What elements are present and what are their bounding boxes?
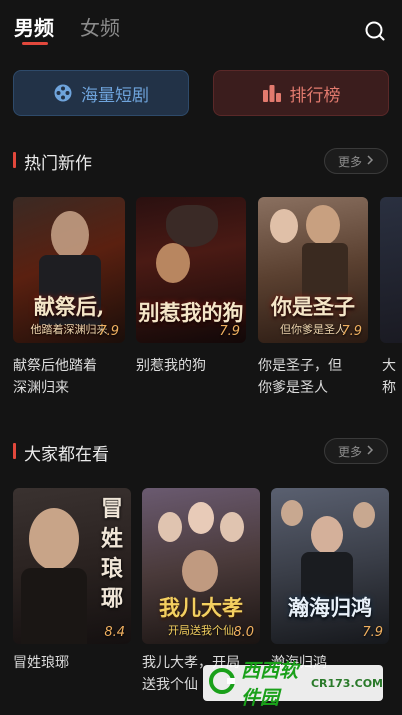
rating-score: 8.4 (104, 625, 125, 640)
more-label: 更多 (337, 154, 362, 169)
tab-active-indicator (22, 42, 48, 45)
poster-figure (158, 512, 182, 542)
card-caption[interactable]: 大 称 (382, 355, 402, 399)
watermark-logo-icon (209, 668, 235, 698)
drama-library-button[interactable]: 海量短剧 (13, 70, 189, 116)
poster-card[interactable] (380, 197, 402, 343)
watermark-brand: 西西软件园 (241, 660, 299, 709)
poster-figure (306, 205, 340, 245)
poster-card[interactable]: 献祭后, 他踏着深渊归来 7.9 (13, 197, 125, 343)
chevron-right-icon (366, 154, 374, 168)
card-caption[interactable]: 献祭后他踏着 深渊归来 (13, 355, 129, 399)
poster-figure (156, 243, 190, 283)
section-title-everyone-watching: 大家都在看 (24, 445, 109, 465)
card-caption[interactable]: 冒姓琅琊 (13, 652, 131, 674)
poster-title: 别惹我的狗 (138, 300, 244, 325)
poster-title: 瀚海归鸿 (288, 595, 372, 620)
drama-library-label: 海量短剧 (81, 85, 149, 106)
site-watermark: 西西软件园 CR173.COM (203, 660, 383, 709)
rating-score: 7.9 (341, 324, 362, 339)
poster-figure (51, 211, 89, 259)
poster-figure (220, 512, 244, 542)
card-caption[interactable]: 你是圣子，但 你爹是圣人 (258, 355, 374, 399)
rating-score: 7.9 (219, 324, 240, 339)
card-caption[interactable]: 别惹我的狗 (136, 355, 252, 377)
section-marker (13, 443, 16, 459)
more-label: 更多 (337, 444, 362, 459)
section-marker (13, 152, 16, 168)
poster-title: 冒姓琅琊 (101, 496, 124, 612)
film-reel-icon (53, 83, 73, 103)
watermark-url: CR173.COM (310, 676, 383, 690)
search-icon[interactable] (364, 20, 386, 42)
poster-figure (29, 508, 79, 570)
rating-score: 7.9 (98, 324, 119, 339)
poster-figure (182, 550, 218, 592)
tab-male[interactable]: 男频 (14, 12, 54, 41)
poster-card[interactable]: 瀚海归鸿 7.9 (271, 488, 389, 644)
ranking-button[interactable]: 排行榜 (213, 70, 389, 116)
more-button-hot-new[interactable]: 更多 (324, 148, 388, 174)
poster-card[interactable]: 我儿大孝 开局送我个仙 8.0 (142, 488, 260, 644)
poster-dog-figure (166, 205, 218, 247)
tab-female[interactable]: 女频 (80, 12, 120, 41)
bar-chart-icon (262, 84, 282, 102)
poster-figure (270, 209, 298, 243)
poster-title: 我儿大孝 (159, 595, 243, 620)
poster-figure (281, 500, 303, 526)
chevron-right-icon (366, 444, 374, 458)
poster-figure (311, 516, 343, 554)
more-button-everyone-watching[interactable]: 更多 (324, 438, 388, 464)
ranking-label: 排行榜 (289, 85, 341, 106)
poster-card[interactable]: 你是圣子 但你爹是圣人 7.9 (258, 197, 368, 343)
poster-card[interactable]: 冒姓琅琊 8.4 (13, 488, 131, 644)
section-title-hot-new: 热门新作 (24, 154, 92, 174)
poster-figure (353, 502, 375, 528)
poster-title: 你是圣子 (271, 294, 355, 319)
rating-score: 7.9 (362, 625, 383, 640)
poster-figure (188, 502, 214, 534)
poster-card[interactable]: 别惹我的狗 7.9 (136, 197, 246, 343)
poster-figure-body (21, 568, 87, 644)
poster-title: 献祭后, (33, 294, 105, 319)
rating-score: 8.0 (233, 625, 254, 640)
